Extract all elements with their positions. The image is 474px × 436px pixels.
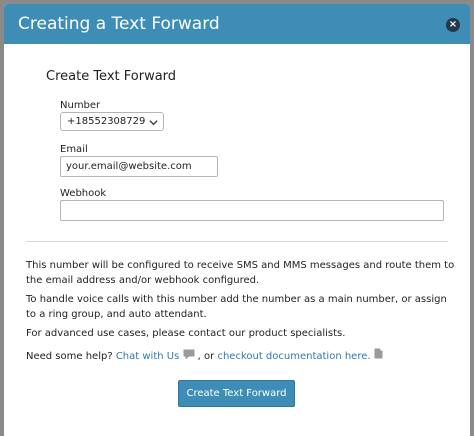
number-select-value: +18552308729	[67, 116, 146, 127]
info-text-advanced: For advanced use cases, please contact o…	[26, 328, 346, 339]
help-prefix: Need some help?	[26, 351, 116, 362]
create-text-forward-modal: Creating a Text Forward × Create Text Fo…	[4, 4, 470, 436]
close-icon: ×	[448, 19, 458, 30]
webhook-label: Webhook	[60, 188, 107, 199]
document-icon	[374, 348, 383, 364]
create-text-forward-button[interactable]: Create Text Forward	[178, 380, 295, 407]
modal-body: Create Text Forward Number +18552308729 …	[4, 44, 470, 436]
help-line: Need some help? Chat with Us , or checko…	[26, 348, 456, 364]
number-label: Number	[60, 100, 101, 111]
info-text-routing: This number will be configured to receiv…	[26, 260, 455, 286]
chat-bubble-icon	[183, 349, 195, 364]
info-text-voice: To handle voice calls with this number a…	[26, 294, 447, 320]
close-button[interactable]: ×	[446, 18, 460, 32]
webhook-input[interactable]	[60, 200, 444, 221]
divider	[26, 241, 448, 242]
modal-header: Creating a Text Forward ×	[4, 4, 470, 44]
chevron-down-icon	[149, 114, 158, 130]
email-input[interactable]	[60, 156, 218, 177]
checkout-documentation-link[interactable]: checkout documentation here.	[217, 351, 370, 362]
email-label: Email	[60, 144, 88, 155]
chat-with-us-link[interactable]: Chat with Us	[116, 351, 179, 362]
modal-title: Creating a Text Forward	[18, 14, 220, 34]
form-title: Create Text Forward	[46, 69, 177, 84]
help-separator: , or	[194, 351, 218, 362]
number-select[interactable]: +18552308729	[60, 112, 164, 131]
